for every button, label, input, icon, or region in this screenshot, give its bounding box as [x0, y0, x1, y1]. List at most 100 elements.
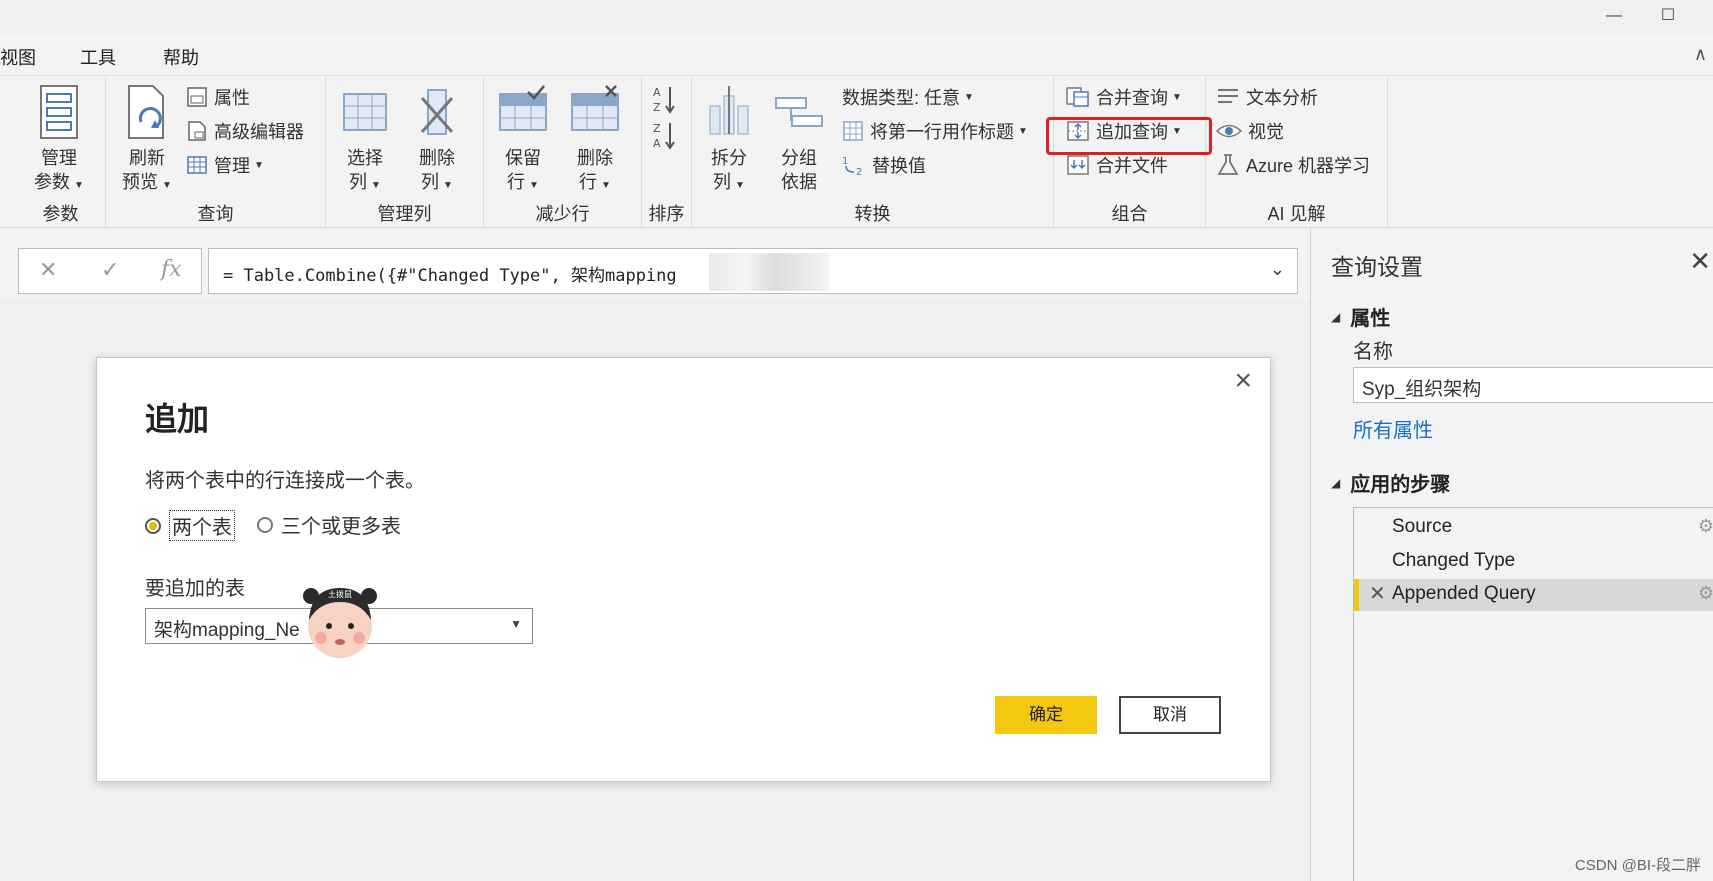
choose-columns-button[interactable]: 选择 列 ▼ [332, 84, 398, 198]
properties-icon [187, 87, 207, 107]
manage-params-label-2: 参数 ▼ [34, 172, 84, 192]
split-column-label: 拆分 [711, 148, 747, 168]
properties-button[interactable]: 属性 [186, 82, 250, 112]
group-label-transform: 转换 [854, 204, 891, 224]
delete-step-icon[interactable]: ✕ [1369, 581, 1386, 606]
remove-rows-label: 删除 [577, 148, 613, 168]
replace-values-button[interactable]: 12 替换值 [842, 150, 926, 180]
manage-button[interactable]: 管理 ▼ [186, 150, 264, 180]
sort-ascending-icon: AZ [653, 86, 675, 114]
gear-icon[interactable]: ⚙ [1698, 516, 1713, 537]
azure-ml-button[interactable]: Azure 机器学习 [1216, 150, 1370, 180]
use-first-row-as-headers-button[interactable]: 将第一行用作标题 ▼ [842, 116, 1028, 146]
table-to-append-label: 要追加的表 [145, 578, 245, 600]
collapse-triangle-icon: ◢ [1331, 309, 1341, 324]
dialog-title: 追加 [145, 401, 210, 437]
split-column-icon [709, 86, 749, 135]
remove-rows-label-2: 行 ▼ [579, 172, 611, 192]
text-analytics-icon [1218, 89, 1238, 103]
choose-columns-label-2: 列 ▼ [349, 172, 381, 192]
name-label: 名称 [1353, 341, 1393, 363]
text-analytics-button[interactable]: 文本分析 [1216, 82, 1318, 112]
gear-icon[interactable]: ⚙ [1698, 583, 1713, 604]
svg-text:A: A [653, 86, 661, 99]
ribbon-group-sort: AZ ZA 排序 [642, 76, 692, 228]
step-appended-query[interactable]: ✕ Appended Query ⚙ [1354, 579, 1713, 611]
chevron-down-icon: ▼ [510, 617, 522, 631]
group-label-manage-cols: 管理列 [377, 204, 432, 224]
applied-steps-section-header[interactable]: ◢ 应用的步骤 [1331, 468, 1450, 497]
close-icon[interactable]: × [1234, 366, 1252, 396]
radio-two-tables[interactable]: 两个表 [145, 510, 235, 541]
remove-rows-button[interactable]: 删除 行 ▼ [562, 84, 628, 198]
ribbon-group-params: 管理 参数 ▼ 参数 [16, 76, 106, 228]
flask-icon [1217, 154, 1239, 175]
remove-columns-label-2: 列 ▼ [421, 172, 453, 192]
step-label: Changed Type [1392, 550, 1516, 571]
table-icon [187, 156, 207, 174]
merge-files-icon [1067, 155, 1089, 175]
query-name-input[interactable]: Syp_组织架构 [1353, 367, 1713, 403]
expand-formula-icon[interactable]: ⌄ [1270, 259, 1285, 280]
manage-params-button[interactable]: 管理 参数 ▼ [26, 84, 92, 198]
keep-rows-label-2: 行 ▼ [507, 172, 539, 192]
fx-icon[interactable]: fx [161, 257, 182, 282]
close-panel-icon[interactable]: ✕ [1689, 246, 1711, 277]
maximize-button[interactable]: ☐ [1648, 4, 1688, 28]
dialog-description: 将两个表中的行连接成一个表。 [145, 470, 425, 492]
step-source[interactable]: Source ⚙ [1354, 512, 1713, 544]
remove-columns-icon [420, 89, 454, 135]
refresh-preview-button[interactable]: 刷新 预览 ▼ [114, 84, 180, 198]
cancel-formula-icon[interactable]: ✕ [39, 257, 57, 283]
menu-help[interactable]: 帮助 [163, 44, 199, 70]
cancel-button[interactable]: 取消 [1119, 696, 1221, 734]
applied-steps-heading: 应用的步骤 [1350, 474, 1451, 496]
keep-rows-button[interactable]: 保留 行 ▼ [490, 84, 556, 198]
split-column-button[interactable]: 拆分 列 ▼ [696, 84, 762, 198]
sort-ascending-button[interactable]: AZ [652, 82, 678, 116]
advanced-editor-button[interactable]: 高级编辑器 [186, 116, 304, 146]
refresh-icon [128, 85, 164, 139]
formula-area: ✕ ✓ fx = Table.Combine({#"Changed Type",… [0, 228, 1310, 300]
radio-three-or-more[interactable]: 三个或更多表 [257, 510, 401, 539]
append-dialog: × 追加 将两个表中的行连接成一个表。 两个表 三个或更多表 要追加的表 架构m… [96, 357, 1271, 782]
confirm-formula-icon[interactable]: ✓ [101, 257, 119, 283]
properties-heading: 属性 [1350, 308, 1391, 330]
radio-selected-icon [145, 517, 161, 534]
formula-redacted [709, 253, 829, 291]
group-by-label-2: 依据 [781, 172, 817, 192]
group-by-icon [775, 97, 823, 127]
applied-steps-list: Source ⚙ Changed Type ✕ Appended Query ⚙ [1353, 507, 1713, 881]
vision-button[interactable]: 视觉 [1216, 116, 1284, 146]
query-settings-title: 查询设置 [1331, 254, 1423, 280]
sort-descending-button[interactable]: ZA [652, 118, 678, 152]
formula-input[interactable]: = Table.Combine({#"Changed Type", 架构mapp… [208, 248, 1298, 294]
ok-button[interactable]: 确定 [995, 696, 1097, 734]
remove-rows-icon [571, 85, 619, 131]
menu-view[interactable]: 视图 [0, 44, 36, 70]
collapse-triangle-icon: ◢ [1331, 475, 1341, 490]
minimize-button[interactable]: — [1594, 4, 1634, 28]
step-label: Appended Query [1392, 583, 1536, 604]
remove-columns-label: 删除 [419, 148, 455, 168]
formula-text: = Table.Combine({#"Changed Type", 架构mapp… [223, 266, 677, 286]
properties-section-header[interactable]: ◢ 属性 [1331, 302, 1390, 331]
remove-columns-button[interactable]: 删除 列 ▼ [404, 84, 470, 198]
merge-queries-button[interactable]: 合并查询 ▼ [1066, 82, 1182, 112]
step-label: Source [1392, 516, 1453, 537]
append-queries-highlight [1046, 117, 1212, 155]
collapse-ribbon-icon[interactable]: ∧ [1694, 44, 1707, 65]
ribbon: 管理 参数 ▼ 参数 刷新 预览 ▼ 属性 高级编辑器 管理 ▼ 查询 选择 列… [0, 76, 1713, 228]
ribbon-group-manage-cols: 选择 列 ▼ 删除 列 ▼ 管理列 [326, 76, 484, 228]
step-changed-type[interactable]: Changed Type [1354, 546, 1713, 578]
svg-text:Z: Z [653, 122, 661, 135]
group-by-button[interactable]: 分组 依据 [766, 84, 832, 194]
data-type-dropdown[interactable]: 数据类型: 任意 ▼ [842, 82, 974, 112]
watermark: CSDN @BI-段二胖 [1574, 857, 1701, 874]
title-bar: — ☐ [0, 0, 1713, 34]
all-properties-link[interactable]: 所有属性 [1353, 414, 1433, 443]
sticker-text: 土拨鼠 [328, 589, 352, 599]
headers-icon [843, 121, 863, 141]
advanced-editor-icon [188, 121, 206, 141]
menu-tools[interactable]: 工具 [80, 44, 116, 70]
